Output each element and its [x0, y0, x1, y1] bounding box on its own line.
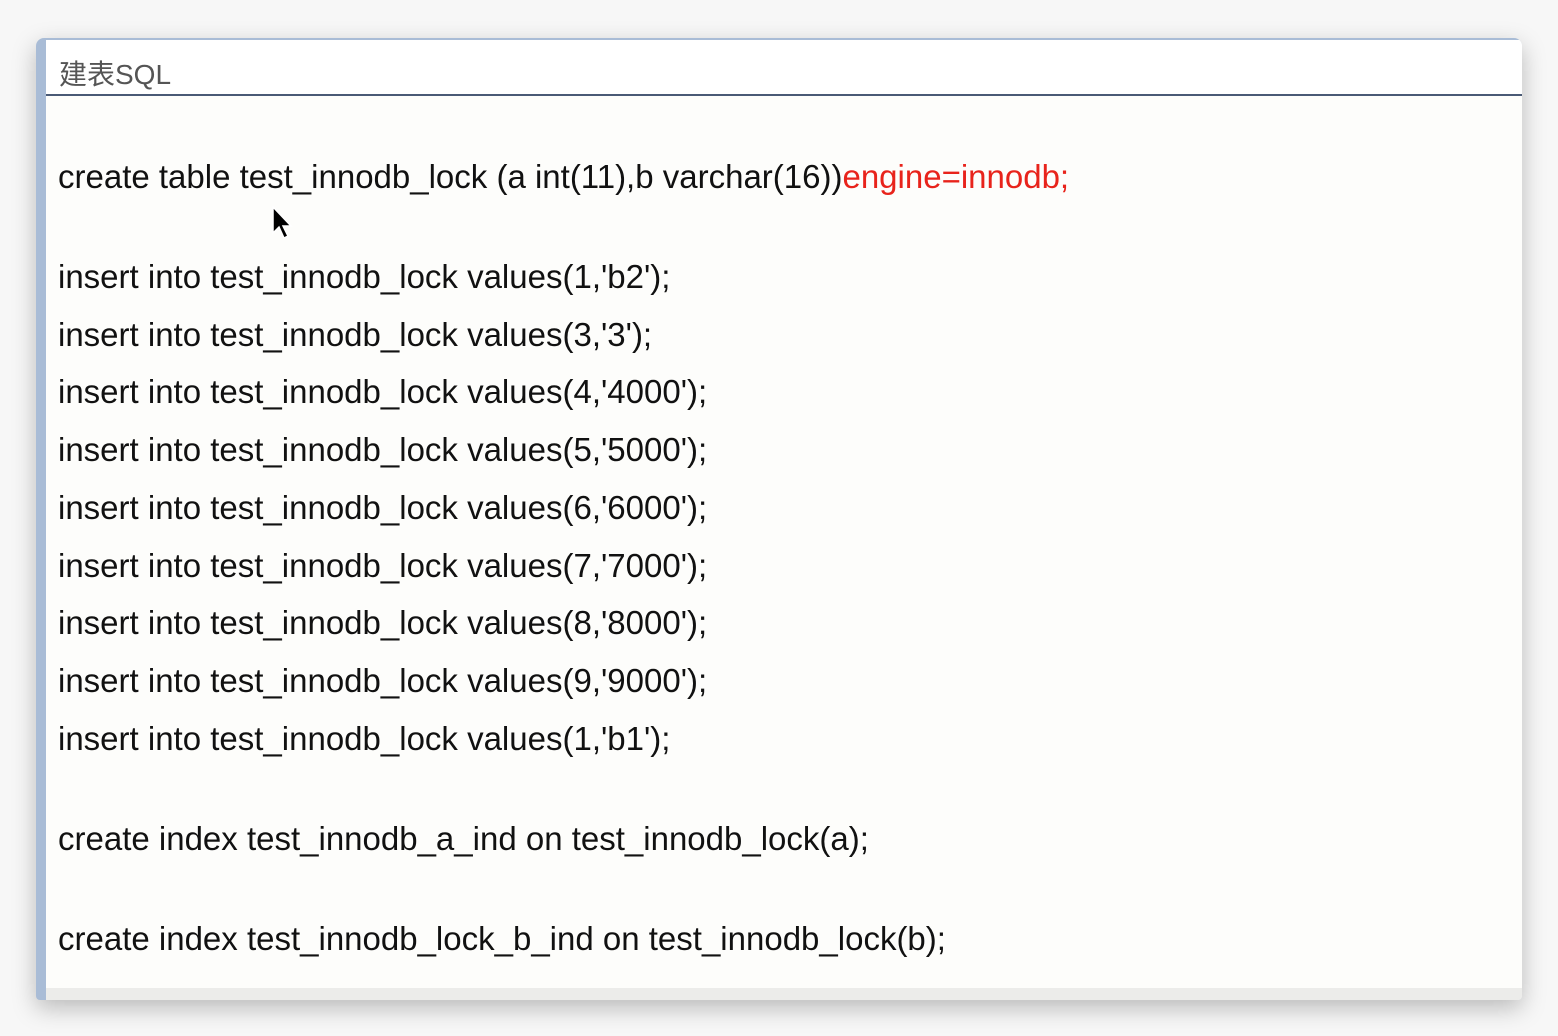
- panel-header: 建表SQL: [46, 40, 1522, 96]
- insert-line: insert into test_innodb_lock values(9,'9…: [58, 662, 708, 699]
- insert-line: insert into test_innodb_lock values(3,'3…: [58, 316, 653, 353]
- mouse-pointer-icon: [272, 206, 293, 240]
- horizontal-scrollbar[interactable]: [46, 988, 1522, 1000]
- insert-line: insert into test_innodb_lock values(7,'7…: [58, 547, 708, 584]
- create-index-b-line: create index test_innodb_lock_b_ind on t…: [58, 920, 946, 957]
- insert-line: insert into test_innodb_lock values(5,'5…: [58, 431, 708, 468]
- insert-line: insert into test_innodb_lock values(1,'b…: [58, 720, 671, 757]
- engine-clause: engine=innodb;: [842, 158, 1070, 195]
- panel-title: 建表SQL: [59, 59, 172, 90]
- insert-line: insert into test_innodb_lock values(1,'b…: [58, 258, 671, 295]
- create-index-a-line: create index test_innodb_a_ind on test_i…: [58, 820, 869, 857]
- insert-line: insert into test_innodb_lock values(6,'6…: [58, 489, 708, 526]
- create-table-line: create table test_innodb_lock (a int(11)…: [58, 157, 1069, 197]
- create-table-statement: create table test_innodb_lock (a int(11)…: [58, 158, 843, 195]
- insert-line: insert into test_innodb_lock values(8,'8…: [58, 604, 708, 641]
- sql-panel: 建表SQL create table test_innodb_lock (a i…: [46, 40, 1522, 1000]
- insert-line: insert into test_innodb_lock values(4,'4…: [58, 373, 708, 410]
- sql-window: 建表SQL create table test_innodb_lock (a i…: [36, 38, 1522, 1000]
